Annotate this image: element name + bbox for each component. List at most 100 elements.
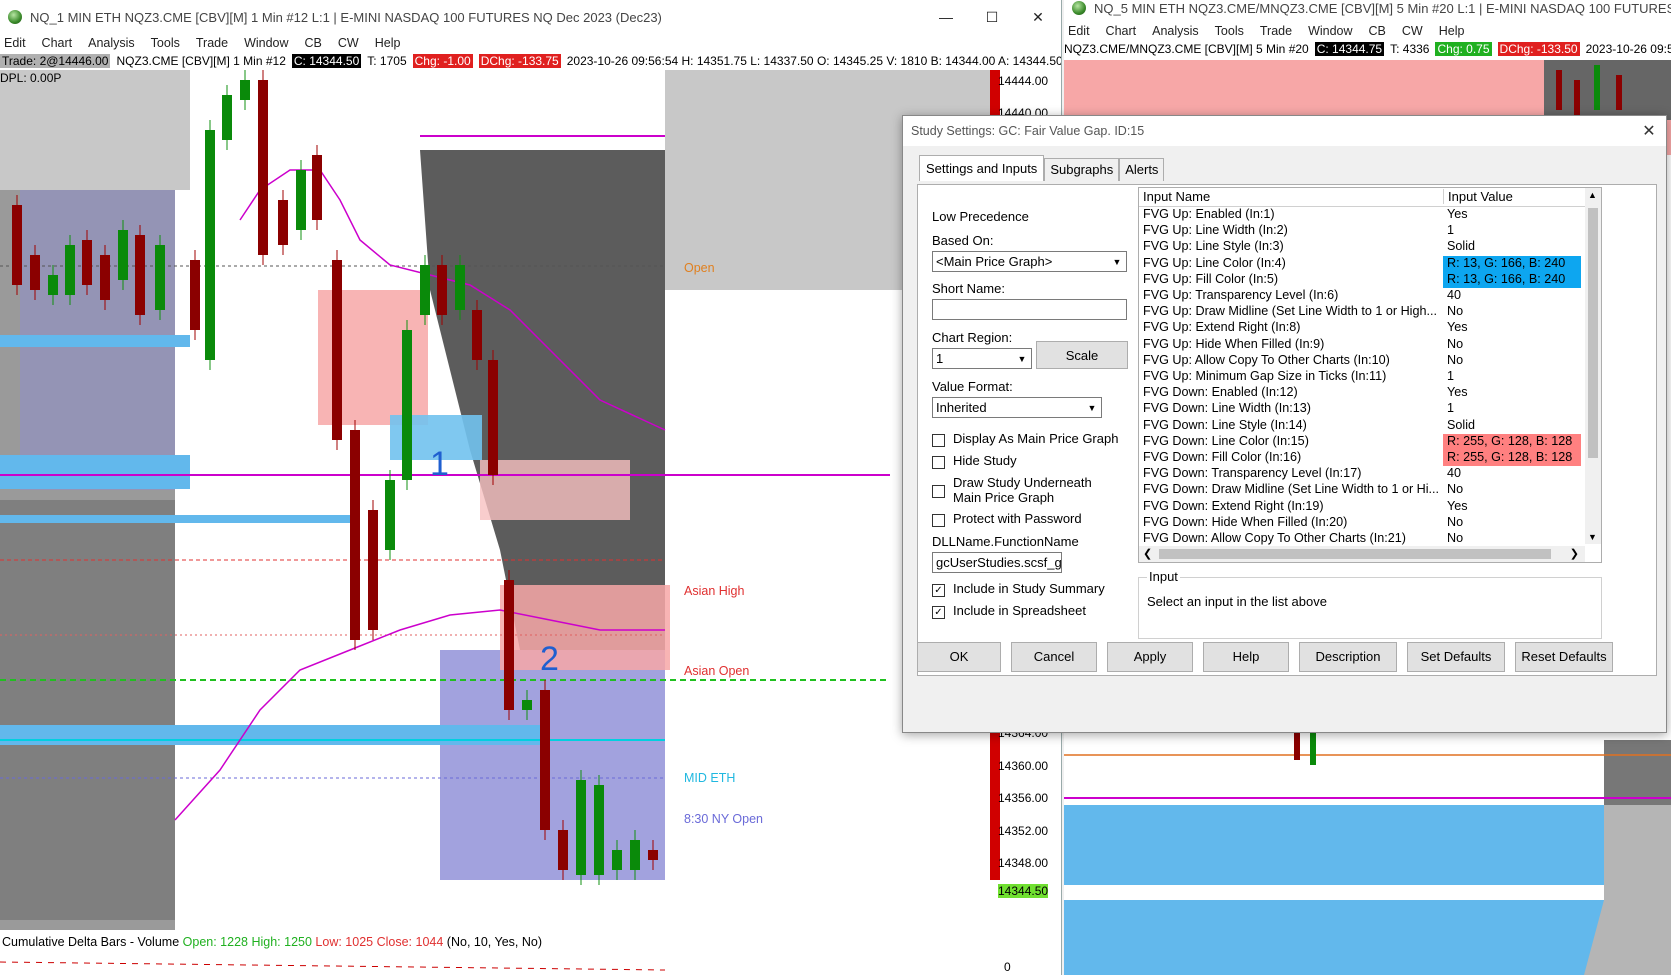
input-value-cell[interactable]: R: 255, G: 128, B: 128 (1443, 450, 1581, 466)
inputs-grid[interactable]: Input Name Input Value FVG Up: Enabled (… (1138, 187, 1602, 563)
input-value-cell[interactable]: Yes (1443, 499, 1581, 515)
input-name-cell[interactable]: FVG Down: Line Color (In:15) (1143, 434, 1439, 448)
input-row[interactable]: FVG Down: Line Width (In:13) 1 (1139, 401, 1585, 417)
menu-tools[interactable]: Tools (151, 36, 180, 50)
chart-region-dropdown[interactable]: 1 ▼ (932, 348, 1032, 369)
input-row[interactable]: FVG Up: Transparency Level (In:6) 40 (1139, 288, 1585, 304)
set-defaults-button[interactable]: Set Defaults (1407, 642, 1505, 672)
input-value-cell[interactable]: 1 (1443, 369, 1581, 385)
menu-chart[interactable]: Chart (42, 36, 73, 50)
input-value-cell[interactable]: No (1443, 337, 1581, 353)
input-row[interactable]: FVG Up: Line Color (In:4) R: 13, G: 166, … (1139, 255, 1585, 272)
close-icon[interactable]: ✕ (1632, 121, 1666, 141)
input-value-cell[interactable]: No (1443, 531, 1581, 547)
input-value-cell[interactable]: R: 255, G: 128, B: 128 (1443, 433, 1581, 450)
scale-button[interactable]: Scale (1036, 341, 1128, 369)
input-row[interactable]: FVG Up: Line Style (In:3) Solid (1139, 239, 1585, 255)
input-value-cell[interactable]: Solid (1443, 239, 1581, 255)
check-icon[interactable]: ✓ (932, 606, 945, 619)
input-name-cell[interactable]: FVG Up: Line Color (In:4) (1143, 256, 1439, 270)
check-icon[interactable]: ✓ (932, 584, 945, 597)
menu-analysis[interactable]: Analysis (1152, 24, 1199, 38)
menu-trade[interactable]: Trade (196, 36, 228, 50)
checkbox-box[interactable] (932, 514, 945, 527)
scroll-thumb[interactable] (1588, 208, 1598, 458)
protect-password-checkbox[interactable]: Protect with Password (932, 511, 1082, 527)
scroll-thumb[interactable] (1159, 549, 1551, 559)
input-name-cell[interactable]: FVG Down: Allow Copy To Other Charts (In… (1143, 531, 1439, 545)
input-name-cell[interactable]: FVG Up: Transparency Level (In:6) (1143, 288, 1439, 302)
vertical-scrollbar[interactable]: ▲ ▼ (1585, 188, 1601, 544)
input-value-cell[interactable]: 1 (1443, 401, 1581, 417)
input-name-cell[interactable]: FVG Up: Line Width (In:2) (1143, 223, 1439, 237)
input-name-cell[interactable]: FVG Up: Extend Right (In:8) (1143, 320, 1439, 334)
short-name-input[interactable] (932, 299, 1127, 320)
input-value-cell[interactable]: R: 13, G: 166, B: 240 (1443, 255, 1581, 272)
horizontal-scrollbar[interactable]: ❮ ❯ (1139, 546, 1585, 562)
window-titlebar[interactable]: NQ_1 MIN ETH NQZ3.CME [CBV][M] 1 Min #12… (0, 0, 1061, 34)
input-row[interactable]: FVG Down: Extend Right (In:19) Yes (1139, 499, 1585, 515)
menu-cb[interactable]: CB (305, 36, 322, 50)
input-row[interactable]: FVG Down: Hide When Filled (In:20) No (1139, 515, 1585, 531)
input-row[interactable]: FVG Down: Fill Color (In:16) R: 255, G: 1… (1139, 450, 1585, 466)
menu-cw[interactable]: CW (338, 36, 359, 50)
reset-defaults-button[interactable]: Reset Defaults (1515, 642, 1613, 672)
include-spreadsheet-checkbox[interactable]: ✓ Include in Spreadsheet (932, 603, 1086, 619)
input-value-cell[interactable]: 40 (1443, 466, 1581, 482)
scroll-left-icon[interactable]: ❮ (1143, 547, 1152, 560)
input-row[interactable]: FVG Up: Allow Copy To Other Charts (In:1… (1139, 353, 1585, 369)
window-titlebar[interactable]: NQ_5 MIN ETH NQZ3.CME/MNQZ3.CME [CBV][M]… (1064, 0, 1671, 16)
close-icon[interactable]: ✕ (1015, 0, 1061, 34)
menu-edit[interactable]: Edit (1068, 24, 1090, 38)
input-name-cell[interactable]: FVG Up: Draw Midline (Set Line Width to … (1143, 304, 1439, 318)
input-value-cell[interactable]: Yes (1443, 207, 1581, 223)
based-on-dropdown[interactable]: <Main Price Graph> ▼ (932, 251, 1127, 272)
scroll-up-icon[interactable]: ▲ (1588, 190, 1597, 200)
input-name-header[interactable]: Input Name (1143, 189, 1210, 204)
input-name-cell[interactable]: FVG Down: Enabled (In:12) (1143, 385, 1439, 399)
minimize-icon[interactable]: — (923, 0, 969, 34)
apply-button[interactable]: Apply (1107, 642, 1193, 672)
menu-tools[interactable]: Tools (1215, 24, 1244, 38)
description-button[interactable]: Description (1299, 642, 1397, 672)
display-as-main-checkbox[interactable]: Display As Main Price Graph (932, 431, 1118, 447)
input-name-cell[interactable]: FVG Down: Transparency Level (In:17) (1143, 466, 1439, 480)
input-value-cell[interactable]: 40 (1443, 288, 1581, 304)
draw-underneath-checkbox[interactable]: Draw Study Underneath Main Price Graph (932, 475, 1112, 505)
checkbox-box[interactable] (932, 434, 945, 447)
menu-help[interactable]: Help (375, 36, 401, 50)
menu-help[interactable]: Help (1439, 24, 1465, 38)
dialog-titlebar[interactable]: Study Settings: GC: Fair Value Gap. ID:1… (903, 116, 1666, 146)
input-row[interactable]: FVG Down: Transparency Level (In:17) 40 (1139, 466, 1585, 482)
menu-window[interactable]: Window (244, 36, 288, 50)
maximize-icon[interactable]: ☐ (969, 0, 1015, 34)
help-button[interactable]: Help (1203, 642, 1289, 672)
input-row[interactable]: FVG Up: Enabled (In:1) Yes (1139, 207, 1585, 223)
input-value-cell[interactable]: No (1443, 482, 1581, 498)
input-row[interactable]: FVG Down: Draw Midline (Set Line Width t… (1139, 482, 1585, 498)
input-value-cell[interactable]: No (1443, 304, 1581, 320)
input-name-cell[interactable]: FVG Up: Hide When Filled (In:9) (1143, 337, 1439, 351)
input-name-cell[interactable]: FVG Down: Line Width (In:13) (1143, 401, 1439, 415)
scroll-right-icon[interactable]: ❯ (1570, 547, 1579, 560)
input-row[interactable]: FVG Up: Line Width (In:2) 1 (1139, 223, 1585, 239)
tab-subgraphs[interactable]: Subgraphs (1044, 158, 1120, 181)
tab-settings-and-inputs[interactable]: Settings and Inputs (919, 155, 1045, 181)
input-row[interactable]: FVG Up: Hide When Filled (In:9) No (1139, 337, 1585, 353)
input-name-cell[interactable]: FVG Down: Extend Right (In:19) (1143, 499, 1439, 513)
input-row[interactable]: FVG Up: Minimum Gap Size in Ticks (In:11… (1139, 369, 1585, 385)
input-value-header[interactable]: Input Value (1443, 189, 1513, 204)
input-row[interactable]: FVG Down: Allow Copy To Other Charts (In… (1139, 531, 1585, 547)
menu-cw[interactable]: CW (1402, 24, 1423, 38)
tab-alerts[interactable]: Alerts (1119, 158, 1165, 181)
input-row[interactable]: FVG Down: Line Color (In:15) R: 255, G: 1… (1139, 433, 1585, 450)
checkbox-box[interactable] (932, 485, 945, 498)
menu-analysis[interactable]: Analysis (88, 36, 135, 50)
input-name-cell[interactable]: FVG Down: Line Style (In:14) (1143, 418, 1439, 432)
hide-study-checkbox[interactable]: Hide Study (932, 453, 1017, 469)
input-name-cell[interactable]: FVG Up: Allow Copy To Other Charts (In:1… (1143, 353, 1439, 367)
cancel-button[interactable]: Cancel (1011, 642, 1097, 672)
input-value-cell[interactable]: R: 13, G: 166, B: 240 (1443, 271, 1581, 288)
scroll-down-icon[interactable]: ▼ (1588, 532, 1597, 542)
input-name-cell[interactable]: FVG Down: Draw Midline (Set Line Width t… (1143, 482, 1439, 496)
